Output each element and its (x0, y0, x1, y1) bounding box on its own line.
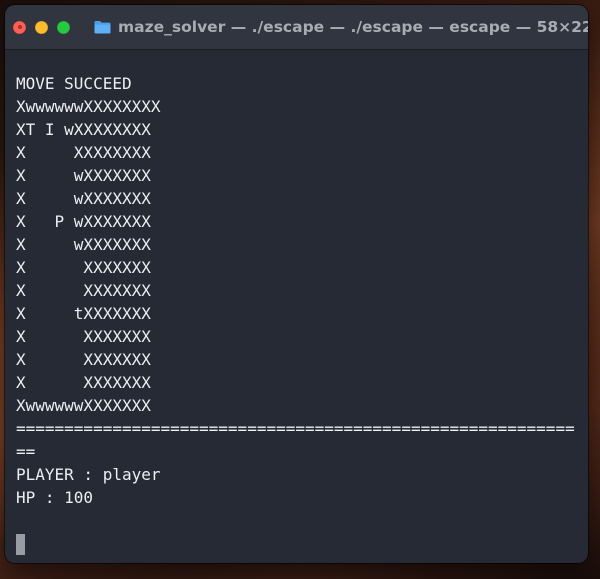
maze-row: X P wXXXXXXX (16, 212, 151, 231)
maze-row: XwwwwwwXXXXXXXX (16, 97, 161, 116)
prompt-line[interactable] (16, 532, 588, 555)
minimize-button[interactable] (35, 20, 48, 34)
hp-line: HP : 100 (16, 488, 94, 507)
maze-row: X tXXXXXXX (16, 304, 151, 323)
maze-row: XT I wXXXXXXXX (16, 120, 151, 139)
player-name-line: PLAYER : player (16, 465, 161, 484)
maze-row: X XXXXXXX (16, 258, 151, 277)
maze-row: X XXXXXXX (16, 350, 151, 369)
folder-icon (94, 21, 111, 34)
maze-row: X wXXXXXXX (16, 189, 151, 208)
status-message: MOVE SUCCEED (16, 74, 132, 93)
maze-row: X XXXXXXX (16, 281, 151, 300)
window-controls (13, 20, 79, 34)
zoom-button[interactable] (57, 20, 70, 34)
maze-row: X XXXXXXX (16, 327, 151, 346)
maze-row: X wXXXXXXX (16, 166, 151, 185)
terminal-window[interactable]: maze_solver — ./escape — ./escape — esca… (5, 5, 588, 563)
window-title-group: maze_solver — ./escape — ./escape — esca… (94, 5, 588, 49)
terminal-content[interactable]: MOVE SUCCEED XwwwwwwXXXXXXXX XT I wXXXXX… (16, 49, 588, 563)
maze-row: X XXXXXXX (16, 373, 151, 392)
maze-row: X XXXXXXXX (16, 143, 151, 162)
title-bar[interactable]: maze_solver — ./escape — ./escape — esca… (5, 5, 588, 50)
separator-line: ========================================… (16, 419, 575, 438)
close-button[interactable] (13, 20, 26, 34)
maze-row: X wXXXXXXX (16, 235, 151, 254)
window-title: maze_solver — ./escape — ./escape — esca… (118, 18, 588, 36)
text-cursor (16, 534, 25, 555)
maze-row: XwwwwwwXXXXXXX (16, 396, 151, 415)
separator-line: == (16, 442, 36, 461)
